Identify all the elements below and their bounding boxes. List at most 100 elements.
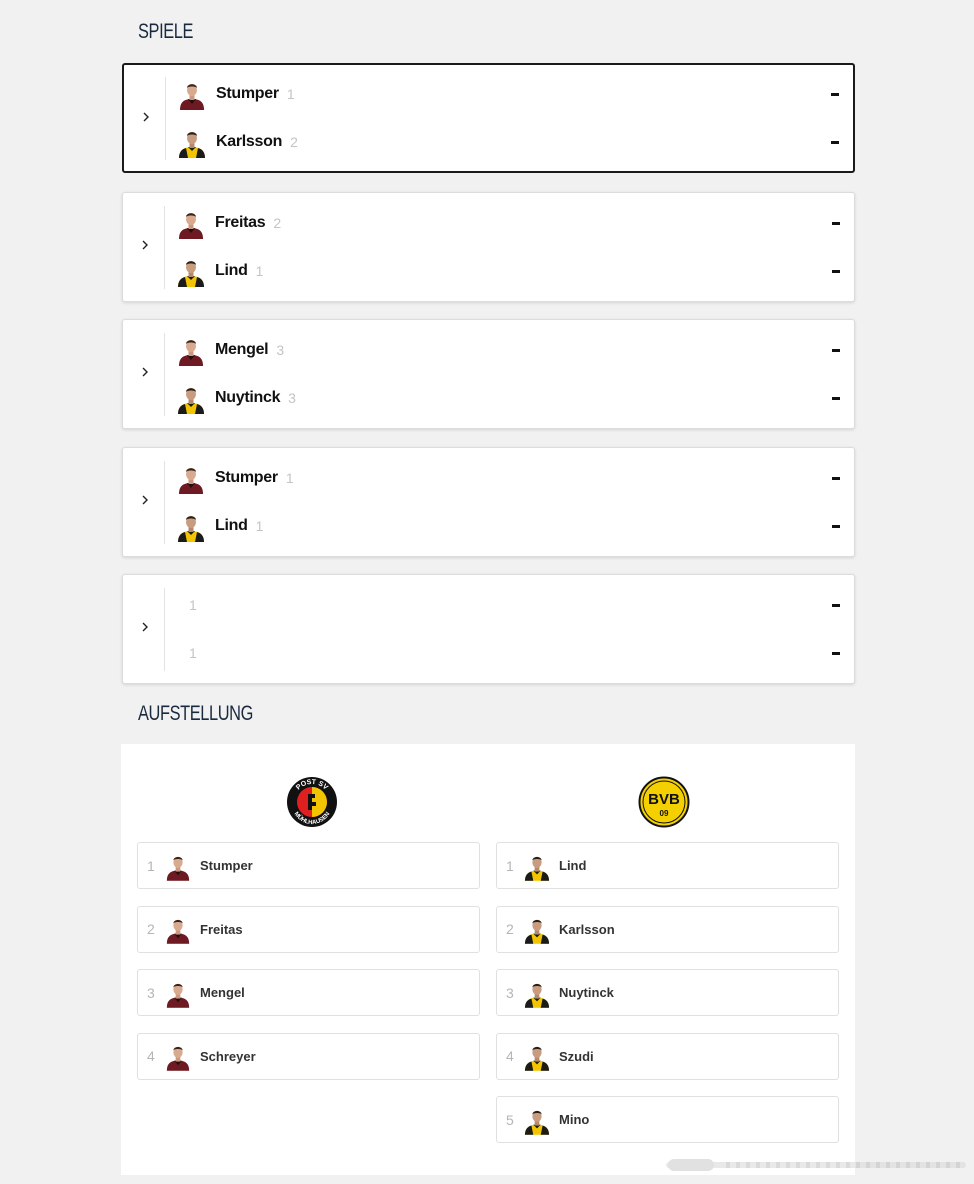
avatar <box>178 126 206 158</box>
player-name: Karlsson <box>216 133 283 150</box>
lineup-player-number: 5 <box>506 1111 514 1128</box>
away-player-row: Lind 1 <box>177 255 840 287</box>
away-player-row: Nuytinck 3 <box>177 382 840 414</box>
lineup-player-name: Karlsson <box>559 921 615 937</box>
avatar <box>524 1041 550 1071</box>
away-player-row: Lind 1 <box>177 510 840 542</box>
chevron-right-icon[interactable] <box>137 492 153 508</box>
home-player-row: Stumper 1 <box>178 78 839 110</box>
post-sv-muehlhausen-crest-icon: POST SV MÜHLHAUSEN <box>287 777 337 827</box>
player-name: Stumper <box>215 469 278 486</box>
match-divider <box>164 588 165 671</box>
section-title-spiele: SPIELE <box>138 20 194 43</box>
player-number: 1 <box>255 518 264 534</box>
horizontal-scrollbar[interactable] <box>666 1158 966 1172</box>
score-placeholder <box>831 92 839 96</box>
player-name: Freitas <box>215 214 266 231</box>
away-crest-text-top: BVB <box>648 791 680 808</box>
avatar <box>177 510 205 542</box>
match-card[interactable]: Mengel 3 Nuytinck 3 <box>122 319 855 429</box>
lineup-player-item[interactable]: 2 Karlsson <box>496 905 839 953</box>
avatar <box>165 978 191 1008</box>
away-player-row: Karlsson 2 <box>178 126 839 158</box>
lineup-player-item[interactable]: 1 Stumper <box>137 842 480 889</box>
lineup-player-item[interactable]: 1 Lind <box>496 842 839 889</box>
player-number: 1 <box>189 645 197 661</box>
lineup-player-name: Szudi <box>559 1048 594 1064</box>
chevron-right-icon[interactable] <box>137 619 153 635</box>
lineup-player-name: Nuytinck <box>559 985 614 1000</box>
player-number: 1 <box>255 263 264 279</box>
avatar <box>165 851 191 881</box>
player-number: 2 <box>290 134 298 150</box>
lineup-player-number: 3 <box>147 984 155 1001</box>
avatar <box>524 851 550 881</box>
score-placeholder <box>832 476 840 480</box>
avatar <box>165 914 191 944</box>
lineup-player-name: Freitas <box>200 921 243 937</box>
lineup-player-number: 2 <box>147 921 155 937</box>
home-player-row: Stumper 1 <box>177 462 840 494</box>
lineup-player-number: 1 <box>147 857 155 874</box>
player-number: 3 <box>276 342 285 358</box>
match-divider <box>164 461 165 544</box>
avatar <box>177 462 205 494</box>
home-player-row: 1 <box>177 589 840 621</box>
score-placeholder <box>832 651 840 655</box>
player-number: 2 <box>273 215 282 231</box>
score-placeholder <box>832 269 840 273</box>
lineup-player-name: Mengel <box>200 985 245 1000</box>
player-number: 1 <box>189 597 197 613</box>
player-name: Lind <box>215 517 248 534</box>
match-card[interactable]: Stumper 1 Karlsson 2 <box>122 63 855 173</box>
lineup-player-item[interactable]: 4 Schreyer <box>137 1032 480 1080</box>
player-number: 1 <box>285 470 294 486</box>
player-name: Mengel <box>215 341 269 358</box>
away-crest-text-bottom: 09 <box>660 809 669 818</box>
lineup-player-item[interactable]: 2 Freitas <box>137 905 480 953</box>
match-divider <box>165 77 166 160</box>
chevron-right-icon[interactable] <box>138 109 154 125</box>
avatar <box>524 1105 550 1135</box>
avatar <box>177 382 205 414</box>
avatar <box>178 78 206 110</box>
lineup-player-number: 3 <box>506 984 514 1001</box>
score-placeholder <box>832 221 840 225</box>
home-player-row: Freitas 2 <box>177 207 840 239</box>
chevron-right-icon[interactable] <box>137 364 153 380</box>
avatar <box>524 978 550 1008</box>
avatar <box>177 334 205 366</box>
player-name: Nuytinck <box>215 389 281 406</box>
chevron-right-icon[interactable] <box>137 237 153 253</box>
lineup-player-name: Stumper <box>200 858 253 873</box>
match-card[interactable]: Stumper 1 Lind 1 <box>122 447 855 557</box>
lineup-player-number: 2 <box>506 921 514 937</box>
lineup-player-number: 4 <box>147 1048 155 1064</box>
match-divider <box>164 206 165 289</box>
away-player-row: 1 <box>177 637 840 669</box>
lineup-player-number: 1 <box>506 857 514 874</box>
match-card[interactable]: 11 <box>122 574 855 684</box>
section-title-aufstellung: AUFSTELLUNG <box>138 702 253 725</box>
match-card[interactable]: Freitas 2 Lind 1 <box>122 192 855 302</box>
match-divider <box>164 333 165 416</box>
lineup-player-item[interactable]: 3 Nuytinck <box>496 969 839 1016</box>
score-placeholder <box>831 140 839 144</box>
avatar <box>524 914 550 944</box>
home-player-row: Mengel 3 <box>177 334 840 366</box>
score-placeholder <box>832 348 840 352</box>
score-placeholder <box>832 396 840 400</box>
lineup-panel: POST SV MÜHLHAUSEN BVB 09 1 Stumper 2 Freit… <box>121 744 855 1175</box>
lineup-player-item[interactable]: 4 Szudi <box>496 1032 839 1080</box>
lineup-player-item[interactable]: 3 Mengel <box>137 969 480 1016</box>
player-name: Lind <box>215 262 248 279</box>
player-number: 1 <box>286 86 295 102</box>
lineup-player-number: 4 <box>506 1048 514 1064</box>
lineup-player-name: Schreyer <box>200 1048 256 1064</box>
score-placeholder <box>832 603 840 607</box>
bvb-09-crest-icon: BVB 09 <box>638 776 690 828</box>
avatar <box>165 1041 191 1071</box>
lineup-player-item[interactable]: 5 Mino <box>496 1096 839 1143</box>
lineup-player-name: Lind <box>559 858 587 873</box>
player-number: 3 <box>288 390 296 406</box>
